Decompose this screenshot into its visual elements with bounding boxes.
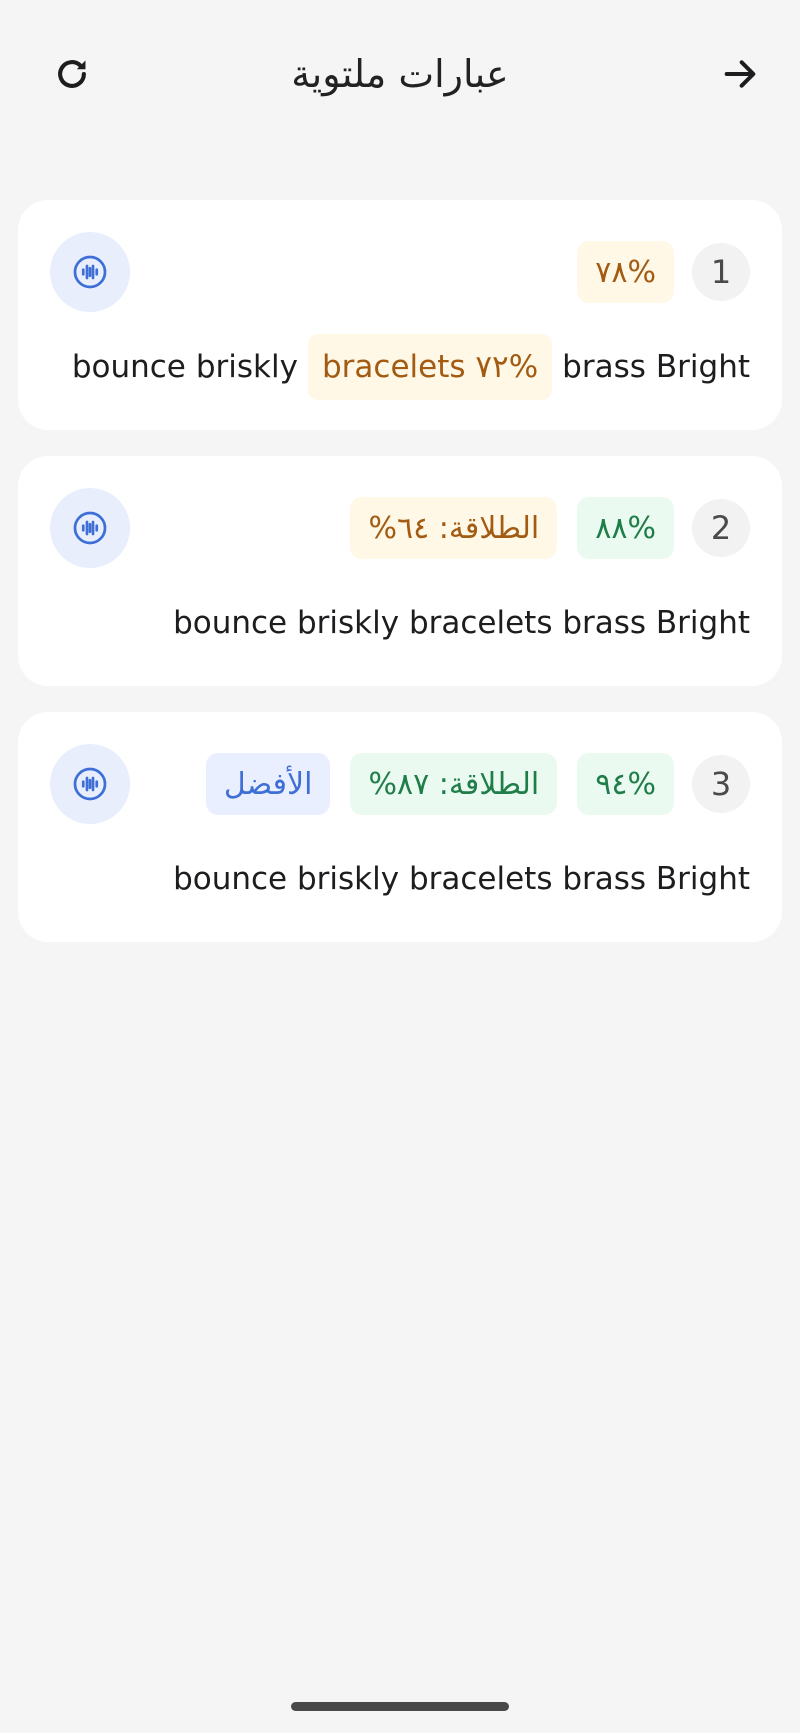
play-recording-button[interactable] <box>50 232 130 312</box>
attempt-card: 2 %٨٨ الطلاقة: ٦٤% bounce briskly bracel… <box>18 456 782 686</box>
word-score: %٧٢ <box>475 349 539 385</box>
word-text: bracelets <box>321 349 466 385</box>
header: عبارات ملتوية <box>0 34 800 114</box>
word: bounce <box>71 349 186 385</box>
attempt-sentence: bounce briskly bracelets brass Bright <box>50 846 750 912</box>
play-recording-button[interactable] <box>50 488 130 568</box>
fluency-badge: الطلاقة: ٦٤% <box>350 497 558 559</box>
attempt-card: 1 %٧٨ bounce briskly %٧٢ bracelets brass… <box>18 200 782 430</box>
attempt-number: 1 <box>692 243 750 301</box>
sentence-text: bounce briskly bracelets brass Bright <box>173 605 750 641</box>
audio-wave-icon <box>73 767 107 801</box>
arrow-right-icon <box>724 60 756 88</box>
best-badge: الأفضل <box>205 753 331 815</box>
refresh-button[interactable] <box>40 42 104 106</box>
fluency-badge: الطلاقة: ٨٧% <box>350 753 558 815</box>
screen: عبارات ملتوية 1 %٧٨ bounce briskly %٧٢ b… <box>0 0 800 1733</box>
audio-wave-icon <box>73 255 107 289</box>
refresh-icon <box>58 60 86 88</box>
back-button[interactable] <box>708 42 772 106</box>
word-highlighted: %٧٢ bracelets <box>307 334 553 400</box>
score-badge: %٨٨ <box>577 497 674 559</box>
page-title: عبارات ملتوية <box>291 52 509 96</box>
attempt-number: 2 <box>692 499 750 557</box>
word: briskly <box>195 349 298 385</box>
score-badge: %٧٨ <box>577 241 674 303</box>
attempt-card: 3 %٩٤ الطلاقة: ٨٧% الأفضل bounce briskly… <box>18 712 782 942</box>
sentence-text: bounce briskly bracelets brass Bright <box>173 861 750 897</box>
audio-wave-icon <box>73 511 107 545</box>
score-badge: %٩٤ <box>577 753 674 815</box>
play-recording-button[interactable] <box>50 744 130 824</box>
word: Bright <box>655 349 750 385</box>
attempt-number: 3 <box>692 755 750 813</box>
attempt-sentence: bounce briskly bracelets brass Bright <box>50 590 750 656</box>
attempts-list: 1 %٧٨ bounce briskly %٧٢ bracelets brass… <box>18 200 782 968</box>
home-indicator <box>291 1702 509 1711</box>
attempt-sentence: bounce briskly %٧٢ bracelets brass Brigh… <box>50 334 750 400</box>
word: brass <box>562 349 646 385</box>
